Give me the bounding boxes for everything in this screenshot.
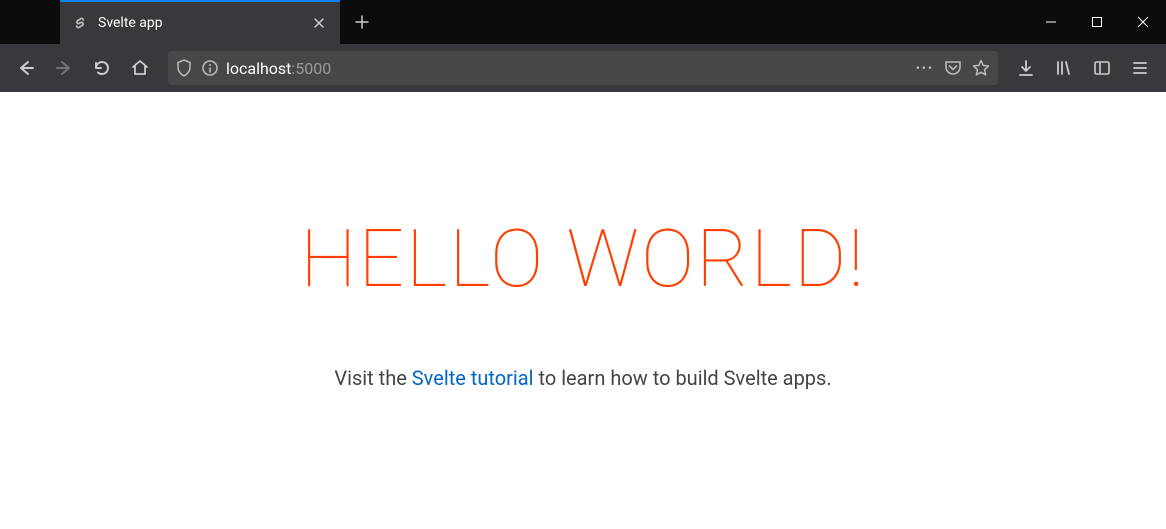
svelte-favicon (72, 15, 88, 31)
url-host: localhost (226, 59, 291, 78)
tab-strip: Svelte app (0, 0, 384, 44)
bookmark-star-icon[interactable] (972, 59, 990, 77)
info-icon[interactable] (202, 60, 218, 76)
title-bar: Svelte app (0, 0, 1166, 44)
url-security-icons (176, 59, 218, 77)
tutorial-link[interactable]: Svelte tutorial (412, 366, 534, 390)
page-content: HELLO WORLD! Visit the Svelte tutorial t… (0, 92, 1166, 529)
maximize-button[interactable] (1074, 0, 1120, 44)
browser-tab[interactable]: Svelte app (60, 0, 340, 44)
subtext-before: Visit the (334, 366, 411, 390)
url-action-icons: ••• (916, 59, 990, 77)
library-button[interactable] (1046, 50, 1082, 86)
subtext-after: to learn how to build Svelte apps. (534, 366, 832, 390)
window-controls (1028, 0, 1166, 44)
close-window-button[interactable] (1120, 0, 1166, 44)
tab-title: Svelte app (98, 15, 300, 31)
page-actions-icon[interactable]: ••• (916, 61, 934, 75)
new-tab-button[interactable] (340, 0, 384, 44)
pocket-icon[interactable] (944, 59, 962, 77)
url-port: :5000 (291, 59, 331, 78)
reload-button[interactable] (84, 50, 120, 86)
shield-icon[interactable] (176, 59, 192, 77)
app-menu-button[interactable] (1122, 50, 1158, 86)
close-tab-icon[interactable] (310, 14, 328, 32)
forward-button[interactable] (46, 50, 82, 86)
nav-bar: localhost:5000 ••• (0, 44, 1166, 92)
minimize-button[interactable] (1028, 0, 1074, 44)
page-heading: HELLO WORLD! (0, 212, 1166, 306)
page-subtext: Visit the Svelte tutorial to learn how t… (0, 366, 1166, 390)
toolbar-right (1008, 50, 1158, 86)
downloads-button[interactable] (1008, 50, 1044, 86)
home-button[interactable] (122, 50, 158, 86)
url-bar[interactable]: localhost:5000 ••• (168, 51, 998, 85)
url-text: localhost:5000 (226, 59, 908, 78)
title-bar-spacer (384, 0, 1028, 44)
back-button[interactable] (8, 50, 44, 86)
sidebar-button[interactable] (1084, 50, 1120, 86)
